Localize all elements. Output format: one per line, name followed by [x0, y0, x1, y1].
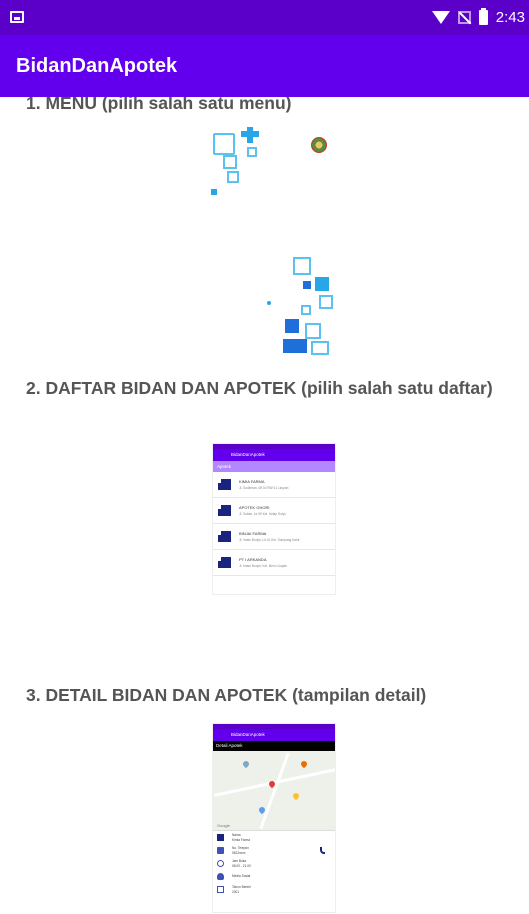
detail-screenshot: BidanDanApotek Detail Apotek Google Nama…: [212, 723, 336, 913]
mini-detail-bar: Detail Apotek: [213, 741, 335, 751]
cross-decoration: [211, 189, 217, 195]
info-row: Jam Buka 08.00 - 21.00: [213, 857, 335, 870]
section-title-menu: 1. MENU (pilih salah satu menu): [26, 97, 292, 113]
list-item: PT I ARKANDA Jl. Imam Bonjol, Kel. Beru …: [213, 550, 335, 576]
cross-decoration: [213, 133, 235, 155]
status-bar: 2:43: [0, 0, 529, 35]
calendar-icon: [217, 886, 224, 893]
clock-icon: [217, 860, 224, 867]
section-title-detail: 3. DETAIL BIDAN DAN APOTEK (tampilan det…: [26, 685, 427, 705]
map-pin-icon: [291, 791, 301, 801]
cross-decoration: [227, 171, 239, 183]
item-address: Jl. Sultan, Lk 05 Kel. Kelap Sulyo: [239, 512, 286, 516]
list-screenshot: BidanDanApotek Apotek KIMIA FARMA Jl. Su…: [212, 443, 336, 595]
item-name: KIMIA FARMA: [239, 479, 265, 484]
cross-decoration: [305, 323, 321, 339]
item-name: APOTEK GHORI: [239, 505, 270, 510]
building-icon: [217, 834, 224, 841]
info-label: Nama: [232, 833, 241, 837]
battery-icon: [478, 8, 488, 25]
cross-decoration: [311, 341, 329, 355]
google-label: Google: [217, 823, 230, 828]
list-item: BINJAI FARMA Jl. Imam Bonjol, Lk 01 Kel.…: [213, 524, 335, 550]
phone-icon: [320, 847, 325, 854]
list-item: KIMIA FARMA Jl. Sudirman, 08 04 RW 01 Lk…: [213, 472, 335, 498]
doctor-icon: [217, 873, 224, 880]
info-value: 0812xxxx: [232, 851, 246, 855]
cross-decoration: [247, 127, 253, 143]
section-title-list: 2. DAFTAR BIDAN DAN APOTEK (pilih salah …: [26, 378, 493, 398]
cross-decoration: [285, 319, 299, 333]
building-icon: [218, 505, 231, 516]
info-label: Media Sosial: [232, 874, 251, 878]
list-item: APOTEK GHORI Jl. Sultan, Lk 05 Kel. Kela…: [213, 498, 335, 524]
item-address: Jl. Sudirman, 08 04 RW 01 Lkupan: [239, 486, 289, 490]
info-value: Kimia Farma: [232, 838, 251, 842]
app-bar: BidanDanApotek: [0, 35, 529, 97]
item-address: Jl. Imam Bonjol, Kel. Beru Lkupan: [239, 564, 288, 568]
info-row: Media Sosial: [213, 870, 335, 883]
cross-decoration: [293, 257, 311, 275]
building-icon: [218, 531, 231, 542]
map-pin-icon: [299, 759, 309, 769]
info-row: Nama Kimia Farma: [213, 831, 335, 844]
cross-decoration: [247, 147, 257, 157]
status-icons: 2:43: [431, 8, 525, 26]
cross-decoration: [223, 155, 237, 169]
building-icon: [218, 479, 231, 490]
cross-decoration: [301, 305, 311, 315]
item-name: PT I ARKANDA: [239, 557, 267, 562]
info-value: 2001: [232, 890, 240, 894]
cross-decoration: [303, 281, 311, 289]
dot-decoration: [267, 301, 271, 305]
info-label: Tahun Berdiri: [232, 885, 251, 889]
scroll-content[interactable]: 1. MENU (pilih salah satu menu) 2. DAFTA…: [0, 97, 529, 914]
contact-icon: [217, 847, 224, 854]
map-road: [259, 752, 290, 830]
map-view: Google: [213, 751, 335, 831]
menu-screenshot: [207, 127, 343, 357]
cross-decoration: [315, 277, 329, 291]
mini-app-bar: BidanDanApotek: [213, 729, 335, 741]
mini-app-bar: BidanDanApotek: [213, 449, 335, 461]
item-address: Jl. Imam Bonjol, Lk 01 Kel. Sumpang Kahi…: [239, 538, 300, 542]
building-icon: [218, 557, 231, 568]
image-icon: [10, 11, 24, 23]
item-name: BINJAI FARMA: [239, 531, 267, 536]
wifi-icon: [431, 11, 450, 24]
cross-decoration: [283, 339, 307, 353]
cross-decoration: [319, 295, 333, 309]
app-title: BidanDanApotek: [16, 55, 178, 77]
info-value: 08.00 - 21.00: [232, 864, 251, 868]
info-row: No. Telepon 0812xxxx: [213, 844, 335, 857]
info-label: Jam Buka: [232, 859, 247, 863]
logo-icon: [311, 137, 327, 153]
mini-sub-bar: Apotek: [213, 461, 335, 472]
clock: 2:43: [495, 9, 525, 26]
info-label: No. Telepon: [232, 846, 249, 850]
map-pin-icon: [241, 759, 251, 769]
no-sim-icon: [457, 11, 471, 24]
info-row: Tahun Berdiri 2001: [213, 883, 335, 896]
